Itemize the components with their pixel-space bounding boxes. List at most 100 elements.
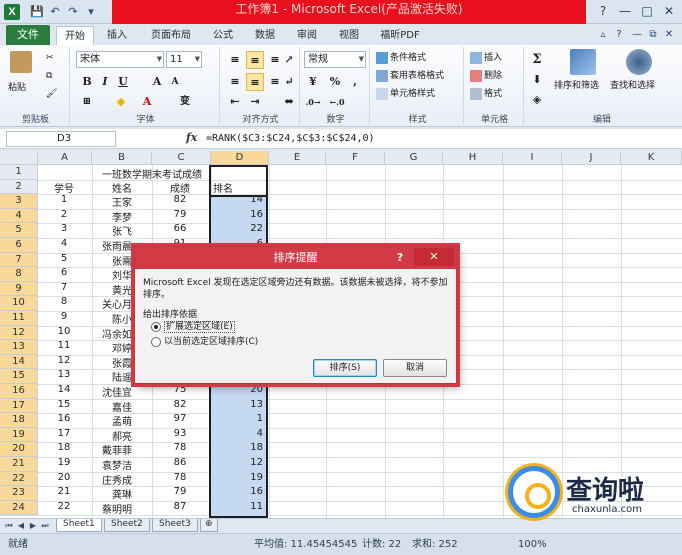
column-header-f[interactable]: F — [326, 151, 385, 165]
column-header-a[interactable]: A — [38, 151, 92, 165]
id-cell[interactable]: 19 — [38, 457, 90, 471]
paste-button[interactable]: 粘贴 — [8, 81, 26, 95]
score-cell[interactable]: 86 — [152, 457, 208, 471]
excel-app-icon[interactable]: X — [4, 4, 20, 20]
dialog-close-button[interactable]: ✕ — [414, 248, 454, 266]
decrease-decimal-icon[interactable]: ←.0 — [328, 93, 346, 111]
comma-button[interactable]: , — [346, 73, 364, 91]
current-selection-radio[interactable]: 以当前选定区域排序(C) — [151, 336, 258, 348]
number-format-select[interactable]: 常规 ▼ — [304, 51, 366, 68]
row-header-7[interactable]: 7 — [0, 252, 38, 268]
header-cell-name[interactable]: 姓名 — [92, 180, 152, 194]
find-select-icon[interactable] — [626, 49, 652, 75]
close-window-button[interactable]: ✕ — [656, 3, 682, 20]
id-cell[interactable]: 16 — [38, 413, 90, 427]
name-cell[interactable]: 袁梦洁 — [92, 457, 152, 471]
fill-icon[interactable]: ⬇ — [528, 71, 546, 89]
row-header-10[interactable]: 10 — [0, 296, 38, 311]
sheet-tab-sheet2[interactable]: Sheet2 — [104, 519, 150, 532]
id-cell[interactable]: 10 — [38, 326, 90, 340]
row-header-13[interactable]: 13 — [0, 340, 38, 355]
id-cell[interactable]: 20 — [38, 472, 90, 486]
font-name-select[interactable]: 宋体 ▼ — [76, 51, 164, 68]
row-header-20[interactable]: 20 — [0, 442, 38, 457]
tab-page-layout[interactable]: 页面布局 — [144, 26, 198, 45]
status-zoom[interactable]: 100% — [518, 538, 547, 552]
rank-cell[interactable]: 19 — [211, 472, 266, 486]
rank-cell[interactable]: 22 — [211, 223, 266, 237]
id-cell[interactable]: 6 — [38, 267, 90, 281]
row-header-17[interactable]: 17 — [0, 398, 38, 414]
select-all-corner[interactable] — [0, 151, 38, 165]
rank-cell[interactable]: 4 — [211, 428, 266, 442]
column-header-g[interactable]: G — [385, 151, 443, 165]
tab-view[interactable]: 视图 — [332, 26, 366, 45]
rank-cell[interactable]: 20 — [211, 384, 266, 398]
orientation-icon[interactable]: ↗ — [280, 51, 298, 69]
increase-indent-icon[interactable]: ⇥ — [246, 93, 264, 111]
column-header-h[interactable]: H — [443, 151, 503, 165]
id-cell[interactable]: 12 — [38, 355, 90, 369]
format-cells-button[interactable]: 格式 — [470, 87, 502, 101]
rank-cell[interactable]: 16 — [211, 486, 266, 500]
sort-filter-button[interactable]: 排序和筛选 — [554, 79, 599, 93]
header-cell-rank[interactable]: 排名 — [211, 180, 266, 194]
name-cell[interactable]: 嘉佳 — [92, 399, 152, 413]
sheet-title-cell[interactable]: 一班数学期末考试成绩 — [92, 166, 212, 180]
row-header-21[interactable]: 21 — [0, 457, 38, 472]
row-header-11[interactable]: 11 — [0, 311, 38, 326]
score-cell[interactable]: 82 — [152, 194, 208, 208]
save-icon[interactable]: 💾 — [30, 5, 44, 19]
increase-decimal-icon[interactable]: .0→ — [304, 93, 322, 111]
new-sheet-icon[interactable]: ⊕ — [200, 519, 218, 532]
score-cell[interactable]: 97 — [152, 413, 208, 427]
id-cell[interactable]: 13 — [38, 369, 90, 383]
column-header-d[interactable]: D — [211, 151, 269, 165]
id-cell[interactable]: 7 — [38, 282, 90, 296]
id-cell[interactable]: 21 — [38, 486, 90, 500]
row-header-5[interactable]: 5 — [0, 223, 38, 238]
wrap-text-icon[interactable]: ↵ — [280, 73, 298, 91]
id-cell[interactable]: 1 — [38, 194, 90, 208]
minimize-workbook-icon[interactable]: — — [630, 28, 644, 42]
tab-formulas[interactable]: 公式 — [206, 26, 240, 45]
insert-cells-button[interactable]: 插入 — [470, 51, 502, 65]
format-as-table-button[interactable]: 套用表格格式 — [376, 69, 444, 83]
row-header-15[interactable]: 15 — [0, 369, 38, 384]
sort-button[interactable]: 排序(S) — [313, 359, 377, 377]
tab-foxit-pdf[interactable]: 福昕PDF — [374, 26, 426, 45]
sheet-tab-sheet3[interactable]: Sheet3 — [152, 519, 198, 532]
row-header-4[interactable]: 4 — [0, 208, 38, 224]
expand-selection-radio[interactable]: 扩展选定区域(E) — [151, 321, 235, 333]
align-left-icon[interactable]: ≡ — [226, 73, 244, 91]
underline-button[interactable]: U — [114, 73, 132, 91]
row-header-19[interactable]: 19 — [0, 427, 38, 443]
column-header-c[interactable]: C — [152, 151, 211, 165]
delete-cells-button[interactable]: 删除 — [470, 69, 502, 83]
row-header-18[interactable]: 18 — [0, 413, 38, 428]
rank-cell[interactable]: 13 — [211, 399, 266, 413]
font-color-button[interactable]: A — [138, 93, 156, 111]
close-workbook-icon[interactable]: ✕ — [662, 28, 676, 42]
id-cell[interactable]: 22 — [38, 501, 90, 515]
id-cell[interactable]: 18 — [38, 442, 90, 456]
percent-button[interactable]: % — [326, 73, 344, 91]
column-header-e[interactable]: E — [269, 151, 326, 165]
paste-icon[interactable] — [10, 51, 32, 73]
grow-font-button[interactable]: A — [148, 73, 166, 91]
name-cell[interactable]: 庄秀成 — [92, 472, 152, 486]
shrink-font-button[interactable]: A — [166, 73, 184, 91]
next-sheet-icon[interactable]: ▶ — [28, 520, 38, 532]
row-header-24[interactable]: 24 — [0, 500, 38, 516]
formula-input[interactable]: =RANK($C3:$C24,$C$3:$C$24,0) — [206, 131, 375, 147]
italic-button[interactable]: I — [96, 73, 114, 91]
id-cell[interactable]: 5 — [38, 253, 90, 267]
row-header-16[interactable]: 16 — [0, 384, 38, 399]
cut-icon[interactable]: ✂ — [46, 51, 54, 65]
column-header-b[interactable]: B — [92, 151, 152, 165]
tab-file[interactable]: 文件 — [6, 25, 50, 45]
score-cell[interactable]: 79 — [152, 209, 208, 223]
clear-icon[interactable]: ◈ — [528, 91, 546, 109]
row-header-1[interactable]: 1 — [0, 165, 38, 180]
last-sheet-icon[interactable]: ⏭ — [40, 520, 50, 532]
